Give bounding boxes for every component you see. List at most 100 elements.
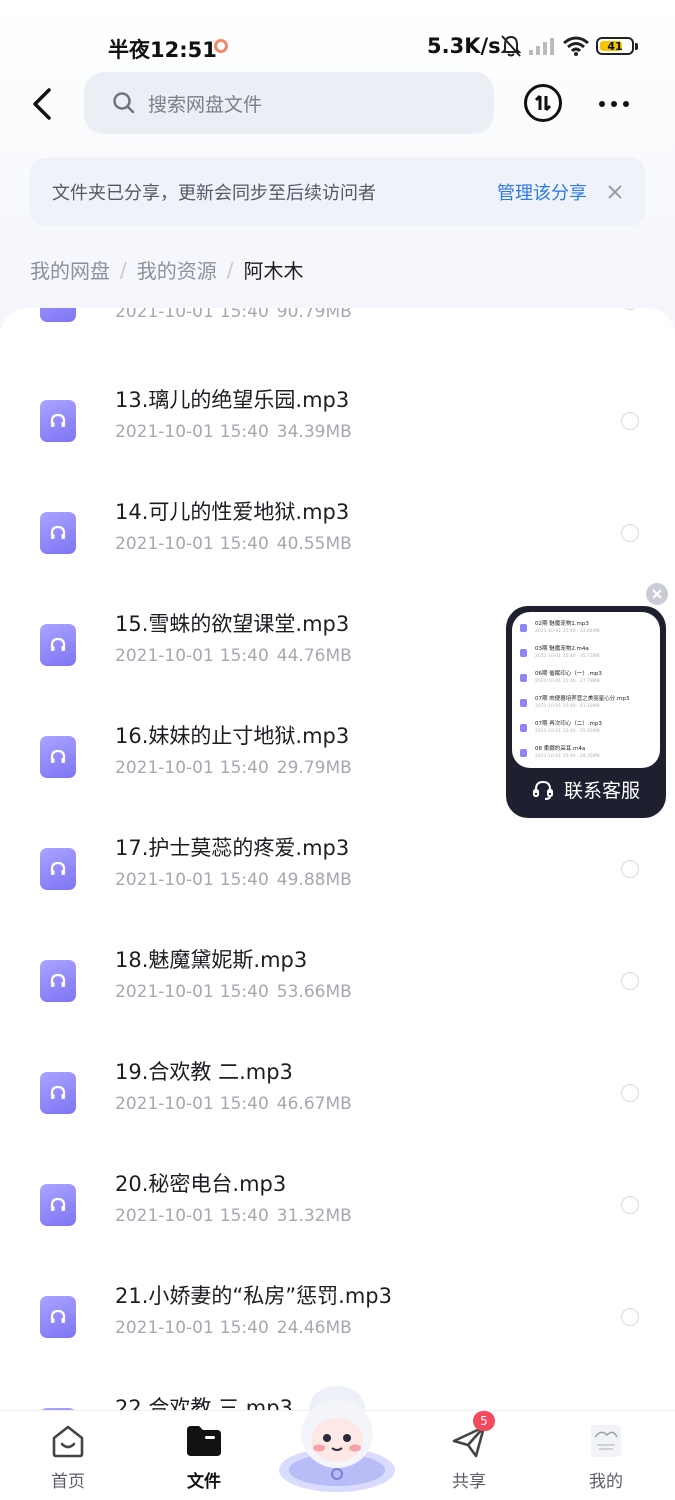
list-item[interactable]: 17.护士莫蕊的疼爱.mp3 2021-10-01 15:40 49.88MB xyxy=(0,816,675,928)
select-checkbox[interactable] xyxy=(621,412,639,430)
select-checkbox[interactable] xyxy=(621,524,639,542)
select-checkbox[interactable] xyxy=(621,308,639,310)
file-date: 2021-10-01 xyxy=(115,534,214,554)
file-name: 19.合欢教 二.mp3 xyxy=(115,1060,293,1084)
file-date: 2021-10-01 xyxy=(115,870,214,890)
transfer-button[interactable] xyxy=(524,84,562,122)
nav-label: 文件 xyxy=(187,1472,221,1492)
file-size: 40.55MB xyxy=(276,534,352,554)
audio-file-icon xyxy=(520,649,527,657)
home-icon xyxy=(49,1423,87,1459)
list-item[interactable]: 20.秘密电台.mp3 2021-10-01 15:40 31.32MB xyxy=(0,1152,675,1264)
preview-name: 07期 再次印心（二）.mp3 xyxy=(535,721,602,727)
audio-file-icon xyxy=(40,400,76,442)
nav-item-share[interactable]: 5 共享 xyxy=(429,1411,509,1500)
list-item[interactable]: 18.魅魔黛妮斯.mp3 2021-10-01 15:40 53.66MB xyxy=(0,928,675,1040)
preview-meta: 2021-10-01 15:40 · 35.72MB xyxy=(535,654,600,659)
battery-icon: 41 xyxy=(596,37,634,55)
avatar xyxy=(587,1423,625,1459)
headset-icon xyxy=(532,780,553,800)
select-checkbox[interactable] xyxy=(621,860,639,878)
breadcrumb-item-my-drive[interactable]: 我的网盘 xyxy=(30,255,110,284)
signal-icon xyxy=(528,36,556,56)
nav-item-home[interactable]: 首页 xyxy=(28,1411,108,1500)
preview-name: 03期 魅魔宠物2.m4a xyxy=(535,646,589,652)
list-item[interactable]: 21.小娇妻的“私房”惩罚.mp3 2021-10-01 15:40 24.46MB xyxy=(0,1264,675,1376)
battery-level: 41 xyxy=(607,39,623,53)
select-checkbox[interactable] xyxy=(621,1196,639,1214)
close-float-button[interactable] xyxy=(646,583,668,605)
file-size: 24.46MB xyxy=(276,1318,352,1338)
file-time: 15:40 xyxy=(219,422,269,442)
list-item[interactable]: 19.合欢教 二.mp3 2021-10-01 15:40 46.67MB xyxy=(0,1040,675,1152)
file-meta: 2021-10-01 15:40 29.79MB xyxy=(115,758,352,778)
file-size: 46.67MB xyxy=(276,1094,352,1114)
select-checkbox[interactable] xyxy=(621,972,639,990)
audio-file-icon xyxy=(40,308,76,322)
preview-meta: 2021-10-01 15:40 · 41.18MB xyxy=(535,704,600,709)
list-item[interactable]: 14.可儿的性爱地狱.mp3 2021-10-01 15:40 40.55MB xyxy=(0,480,675,592)
preview-meta: 2021-10-01 15:40 · 27.78MB xyxy=(535,679,600,684)
file-list: 2021-10-01 15:40 90.79MB 13.璃儿的绝望乐园.mp3 20… xyxy=(0,308,675,1410)
preview-name: 06期 催眠印心（一）.mp3 xyxy=(535,671,602,677)
breadcrumb-item-current: 阿木木 xyxy=(243,259,304,283)
chevron-left-icon xyxy=(33,88,51,120)
audio-file-icon xyxy=(520,674,527,682)
nav-item-files[interactable]: 文件 xyxy=(164,1411,244,1500)
file-date: 2021-10-01 xyxy=(115,758,214,778)
preview-name: 07期 肉便器培养营之美丽星心分.mp3 xyxy=(535,696,630,702)
file-size: 53.66MB xyxy=(276,982,352,1002)
select-checkbox[interactable] xyxy=(621,1308,639,1326)
list-item[interactable]: 13.璃儿的绝望乐园.mp3 2021-10-01 15:40 34.39MB xyxy=(0,368,675,480)
file-meta: 2021-10-01 15:40 24.46MB xyxy=(115,1318,352,1338)
file-date: 2021-10-01 xyxy=(115,982,214,1002)
more-menu-button[interactable] xyxy=(594,90,634,118)
breadcrumb-item-my-resources[interactable]: 我的资源 xyxy=(137,255,217,284)
audio-file-icon xyxy=(40,848,76,890)
audio-file-icon xyxy=(520,749,527,757)
file-time: 15:40 xyxy=(219,1318,269,1338)
file-meta: 2021-10-01 15:40 34.39MB xyxy=(115,422,352,442)
nav-item-me[interactable]: 我的 xyxy=(566,1411,646,1500)
file-name: 16.妹妹的止寸地狱.mp3 xyxy=(115,724,350,748)
file-time: 15:40 xyxy=(219,758,269,778)
customer-service-widget[interactable]: 02期 魅魔宠物1.mp3 2021-10-01 15:40 · 33.84MB … xyxy=(506,606,666,818)
file-size: 44.76MB xyxy=(276,646,352,666)
audio-file-icon xyxy=(40,624,76,666)
manage-share-link[interactable]: 管理该分享 xyxy=(497,179,587,205)
file-name: 13.璃儿的绝望乐园.mp3 xyxy=(115,388,350,412)
file-name: 15.雪蛛的欲望课堂.mp3 xyxy=(115,612,350,636)
preview-row: 03期 魅魔宠物2.m4a 2021-10-01 15:40 · 35.72MB xyxy=(520,645,652,670)
mascot-assistant-button[interactable] xyxy=(277,1378,397,1496)
folder-icon xyxy=(185,1423,223,1459)
select-checkbox[interactable] xyxy=(621,1084,639,1102)
preview-row: 02期 魅魔宠物1.mp3 2021-10-01 15:40 · 33.84MB xyxy=(520,620,652,645)
file-meta: 2021-10-01 15:40 90.79MB xyxy=(115,308,352,322)
search-placeholder: 搜索网盘文件 xyxy=(148,93,263,116)
audio-file-icon xyxy=(520,624,527,632)
close-icon[interactable] xyxy=(607,184,623,200)
file-name: 18.魅魔黛妮斯.mp3 xyxy=(115,948,308,972)
share-badge: 5 xyxy=(473,1411,495,1431)
bell-off-icon xyxy=(500,34,522,58)
file-meta: 2021-10-01 15:40 46.67MB xyxy=(115,1094,352,1114)
file-date: 2021-10-01 xyxy=(115,422,214,442)
file-size: 49.88MB xyxy=(276,870,352,890)
mascot-icon xyxy=(279,1386,395,1492)
more-dot-icon xyxy=(599,101,605,107)
file-date: 2021-10-01 xyxy=(115,308,214,322)
status-time: 半夜12:51 xyxy=(108,38,217,62)
close-icon xyxy=(652,589,662,599)
file-size: 34.39MB xyxy=(276,422,352,442)
list-item[interactable]: 2021-10-01 15:40 90.79MB xyxy=(0,308,675,360)
file-time: 15:40 xyxy=(219,646,269,666)
audio-file-icon xyxy=(40,1184,76,1226)
file-date: 2021-10-01 xyxy=(115,646,214,666)
preview-name: 08 柔娜的采耳.m4a xyxy=(535,746,586,752)
customer-service-label: 联系客服 xyxy=(506,776,666,803)
search-input[interactable]: 搜索网盘文件 xyxy=(84,72,494,134)
back-button[interactable] xyxy=(22,82,62,126)
more-dot-icon xyxy=(623,101,629,107)
audio-file-icon xyxy=(40,1296,76,1338)
breadcrumb-separator: / xyxy=(120,257,127,282)
